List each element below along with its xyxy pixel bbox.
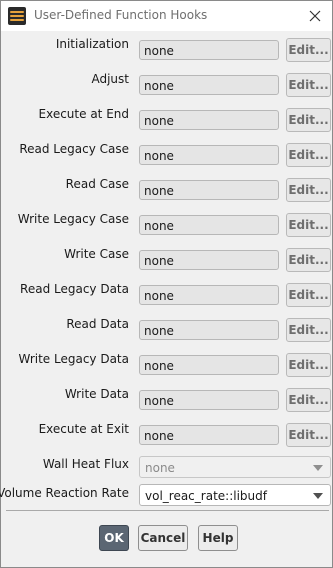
hook-label-execute-at-end: Execute at End	[38, 107, 129, 121]
wall-heat-flux-select: none	[139, 456, 331, 478]
edit-button-read-legacy-case[interactable]: Edit...	[286, 143, 331, 167]
hook-label-read-case: Read Case	[65, 177, 129, 191]
hook-label-execute-at-exit: Execute at Exit	[38, 422, 129, 436]
window-title: User-Defined Function Hooks	[34, 8, 208, 22]
edit-button-write-legacy-data[interactable]: Edit...	[286, 353, 331, 377]
hook-label-write-legacy-case: Write Legacy Case	[17, 212, 129, 226]
edit-button-execute-at-exit[interactable]: Edit...	[286, 423, 331, 447]
help-button[interactable]: Help	[198, 525, 238, 551]
hook-value-execute-at-exit: none	[139, 425, 279, 445]
hook-label-read-data: Read Data	[66, 317, 129, 331]
hook-value-write-legacy-data: none	[139, 355, 279, 375]
hook-label-initialization: Initialization	[55, 37, 129, 51]
hook-value-initialization: none	[139, 40, 279, 60]
hook-value-adjust: none	[139, 75, 279, 95]
edit-button-initialization[interactable]: Edit...	[286, 38, 331, 62]
hook-label-write-legacy-data: Write Legacy Data	[18, 352, 130, 366]
cancel-button[interactable]: Cancel	[138, 525, 188, 551]
edit-button-write-data[interactable]: Edit...	[286, 388, 331, 412]
wall-heat-flux-label: Wall Heat Flux	[42, 457, 129, 471]
hook-value-read-case: none	[139, 180, 279, 200]
close-icon[interactable]	[304, 5, 326, 27]
edit-button-read-case[interactable]: Edit...	[286, 178, 331, 202]
volume-reaction-rate-value: vol_reac_rate::libudf	[145, 489, 267, 503]
hook-label-read-legacy-data: Read Legacy Data	[20, 282, 129, 296]
hook-value-write-case: none	[139, 250, 279, 270]
volume-reaction-rate-select[interactable]: vol_reac_rate::libudf	[139, 484, 331, 506]
hook-value-read-data: none	[139, 320, 279, 340]
edit-button-read-data[interactable]: Edit...	[286, 318, 331, 342]
divider	[6, 510, 329, 511]
hook-label-write-case: Write Case	[64, 247, 129, 261]
hook-value-write-legacy-case: none	[139, 215, 279, 235]
edit-button-write-case[interactable]: Edit...	[286, 248, 331, 272]
edit-button-write-legacy-case[interactable]: Edit...	[286, 213, 331, 237]
edit-button-adjust[interactable]: Edit...	[286, 73, 331, 97]
hook-label-adjust: Adjust	[91, 72, 129, 86]
ok-button[interactable]: OK	[99, 525, 129, 551]
wall-heat-flux-value: none	[145, 461, 175, 475]
app-icon	[8, 7, 26, 25]
hook-label-read-legacy-case: Read Legacy Case	[19, 142, 129, 156]
hook-value-execute-at-end: none	[139, 110, 279, 130]
edit-button-read-legacy-data[interactable]: Edit...	[286, 283, 331, 307]
hook-label-write-data: Write Data	[64, 387, 129, 401]
title-bar: User-Defined Function Hooks	[1, 1, 332, 31]
chevron-down-icon[interactable]	[313, 493, 323, 499]
volume-reaction-rate-label: Volume Reaction Rate	[0, 486, 129, 500]
hook-value-read-legacy-data: none	[139, 285, 279, 305]
hook-value-write-data: none	[139, 390, 279, 410]
udf-hooks-dialog: User-Defined Function Hooks Initializati…	[0, 0, 333, 568]
hook-value-read-legacy-case: none	[139, 145, 279, 165]
chevron-down-icon	[313, 465, 323, 471]
edit-button-execute-at-end[interactable]: Edit...	[286, 108, 331, 132]
